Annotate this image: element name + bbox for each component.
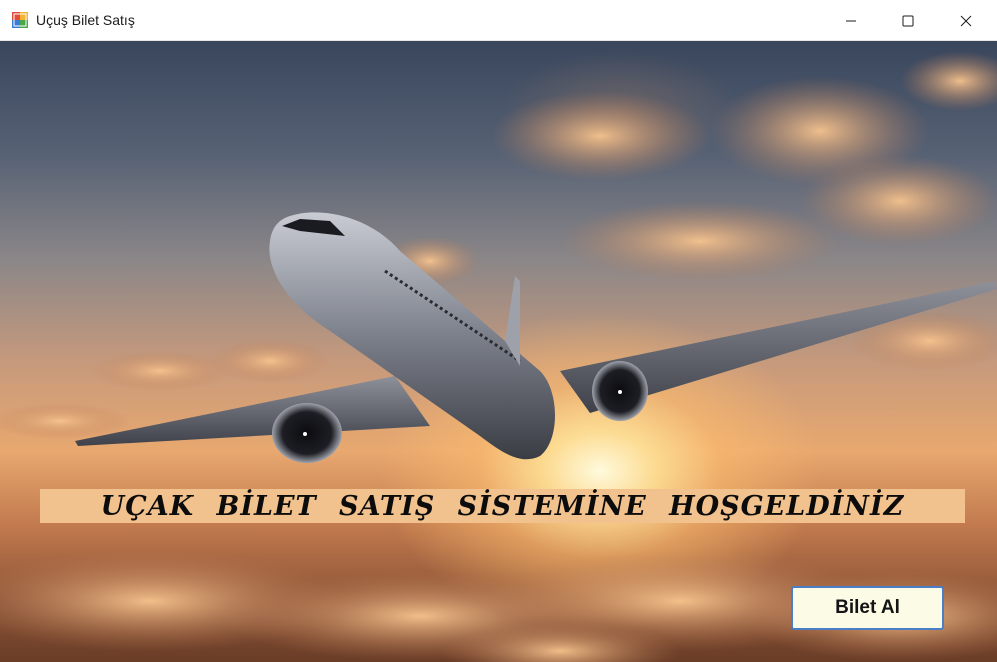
app-icon: [11, 11, 29, 29]
minimize-button[interactable]: [822, 0, 880, 41]
form-client-area: UÇAK BİLET SATIŞ SİSTEMİNE HOŞGELDİNİZ B…: [0, 41, 997, 662]
title-bar: Uçuş Bilet Satış: [0, 0, 997, 41]
close-button[interactable]: [937, 0, 995, 41]
welcome-banner: UÇAK BİLET SATIŞ SİSTEMİNE HOŞGELDİNİZ: [40, 489, 965, 523]
window-title: Uçuş Bilet Satış: [36, 12, 135, 28]
welcome-banner-text: UÇAK BİLET SATIŞ SİSTEMİNE HOŞGELDİNİZ: [100, 490, 905, 522]
minimize-icon: [846, 20, 856, 21]
close-icon: [960, 15, 972, 26]
maximize-icon: [902, 15, 914, 26]
airplane-background-image: [0, 51, 997, 662]
maximize-button[interactable]: [879, 0, 937, 41]
buy-ticket-button[interactable]: Bilet Al: [791, 586, 944, 630]
